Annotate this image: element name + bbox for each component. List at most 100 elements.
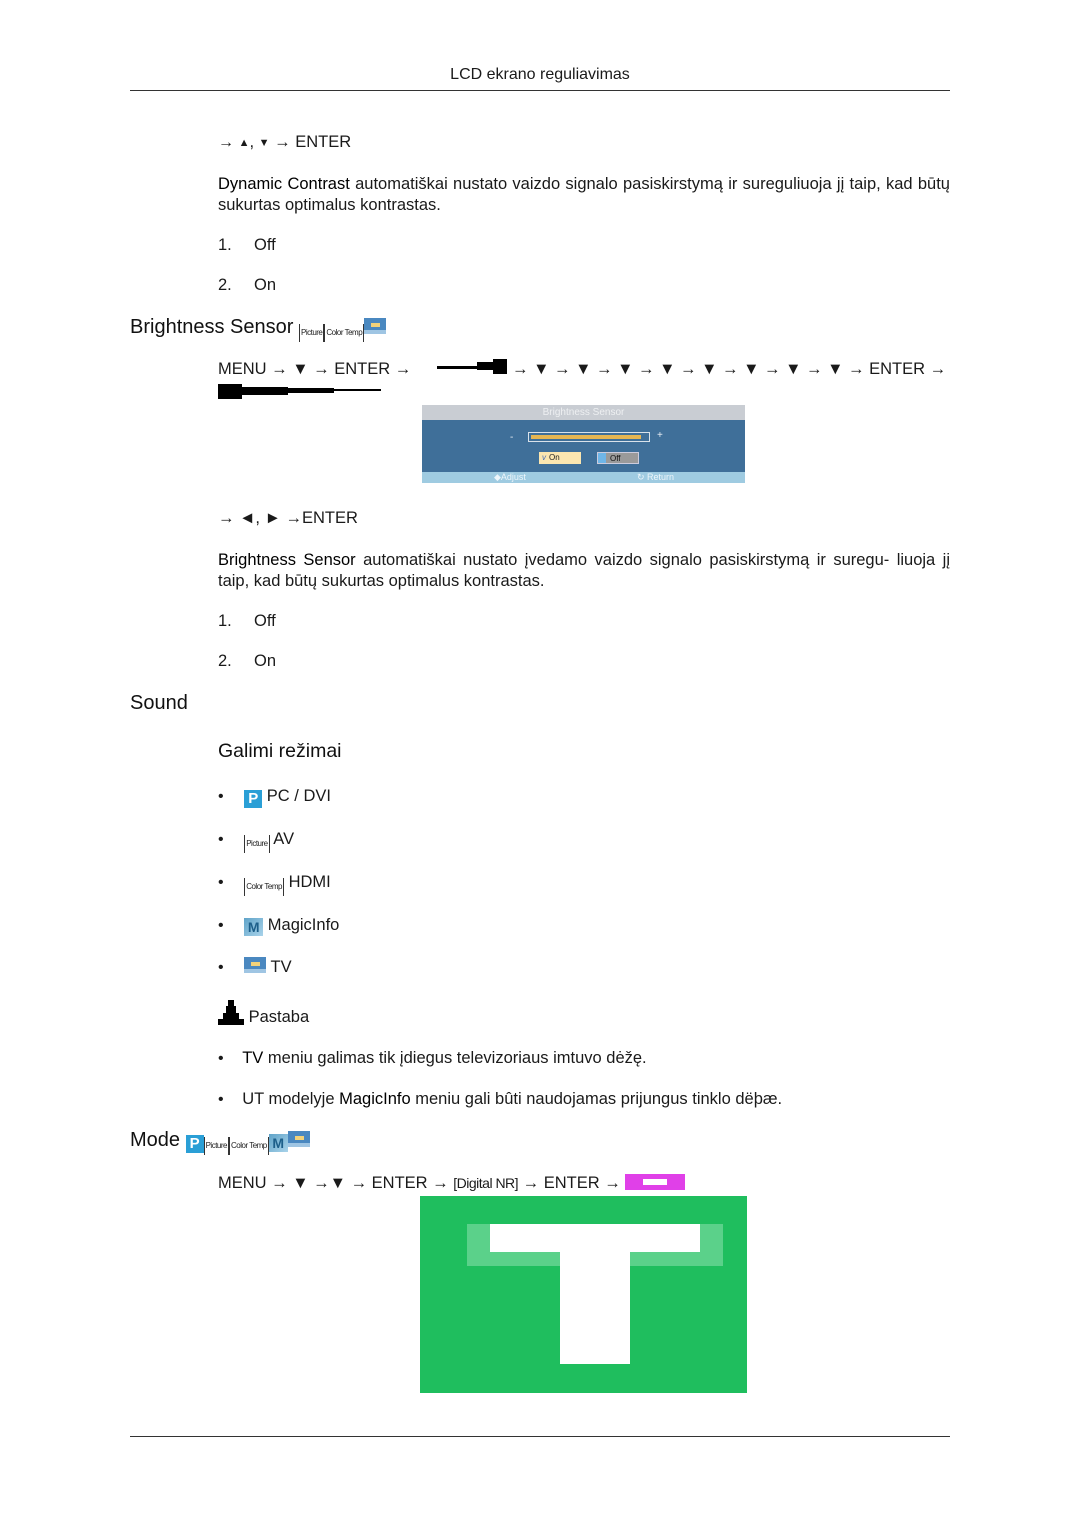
list-item: • M MagicInfo [218, 915, 339, 936]
osd-plus[interactable]: + [657, 430, 663, 441]
bullet: • [218, 1091, 224, 1108]
list-item: 2. On [218, 651, 276, 672]
available-modes-subheading: Galimi režimai [218, 740, 342, 762]
triangle-up-icon: ▲ [238, 137, 250, 149]
mode-label: HDMI [288, 873, 331, 891]
list-item: 2. On [218, 275, 276, 296]
sound-heading: Sound [130, 692, 188, 714]
redacted-bar [334, 389, 381, 391]
redacted-bar [242, 387, 288, 395]
option-off: Off [254, 612, 276, 630]
mode-illustration [420, 1196, 747, 1393]
note-item: • UT modelyje MagicInfo meniu gali bûti … [218, 1089, 782, 1110]
color-temp-icon: Color Temp [324, 324, 365, 342]
list-item: • Picture AV [218, 829, 294, 853]
tv-icon [364, 318, 387, 334]
tv-icon [287, 1131, 310, 1147]
dynamic-contrast-description: Dynamic Contrast automatiškai nustato va… [218, 174, 950, 216]
arrow-right-icon: → [218, 134, 234, 151]
list-item: • P PC / DVI [218, 786, 331, 808]
list-item: • TV [218, 957, 292, 978]
menu-path-end: → ENTER → [522, 1174, 621, 1192]
osd-title: Brightness Sensor [422, 405, 745, 420]
dynamic-contrast-nav: → ▲, ▼ → ENTER [218, 132, 351, 154]
magicinfo-icon: M [244, 918, 264, 936]
note-text: meniu gali bûti naudojamas prijungus tin… [410, 1090, 783, 1108]
bullet: • [218, 1050, 224, 1067]
picture-icon: Picture [244, 835, 270, 853]
t-shape-shadow [700, 1224, 723, 1266]
brightness-sensor-heading: Brightness Sensor Picture Color Temp [130, 316, 387, 342]
brightness-menu-path-start: MENU → ▼ → ENTER → [218, 360, 412, 378]
note-term: TV [242, 1049, 264, 1067]
list-item: • Color Temp HDMI [218, 872, 331, 896]
t-shape-shadow [467, 1224, 490, 1266]
t-shape-shadow [490, 1252, 560, 1266]
osd-on-label: On [549, 453, 560, 462]
heading-text: Brightness Sensor [130, 316, 294, 338]
osd-off-button[interactable]: Off [597, 452, 639, 464]
bullet: • [218, 874, 224, 891]
osd-off-label: Off [610, 454, 621, 463]
list-item: 1. Off [218, 611, 276, 632]
p-icon: P [244, 790, 263, 808]
mode-label: MagicInfo [267, 916, 340, 934]
footer-rule [130, 1436, 950, 1437]
note-text: meniu galimas tik įdiegus televizoriaus … [263, 1049, 647, 1067]
color-temp-icon: Color Temp [229, 1137, 269, 1155]
option-on: On [254, 276, 277, 294]
list-number: 1. [218, 236, 232, 254]
osd-footer: ◆Adjust ↻ Return [422, 472, 745, 483]
t-shape-top [490, 1224, 700, 1252]
mode-icon [625, 1174, 686, 1190]
osd-return-hint: ↻ Return [637, 472, 674, 483]
note-item: • TV meniu galimas tik įdiegus televizor… [218, 1048, 647, 1069]
list-number: 2. [218, 652, 232, 670]
triangle-down-icon: ▼ [258, 137, 270, 149]
digital-nr-label: [Digital NR] [453, 1175, 519, 1191]
return-icon: ↻ [637, 472, 648, 482]
mode-label: TV [270, 958, 292, 976]
term-brightness-sensor: Brightness Sensor [218, 551, 356, 569]
term-dynamic-contrast: Dynamic Contrast [218, 175, 350, 193]
osd-on-button[interactable]: v On [539, 452, 581, 464]
mode-label: PC / DVI [266, 787, 331, 805]
note-title: Pastaba [248, 1008, 310, 1026]
note-text: UT modelyje [242, 1090, 340, 1108]
brightness-menu-path-arrows: → ▼ → ▼ → ▼ → ▼ → ▼ → ▼ → ▼ → ▼ → ENTER … [512, 360, 947, 378]
osd-minus[interactable]: - [510, 432, 513, 443]
redacted-bar [493, 359, 507, 374]
brightness-nav: → ◄, ► →ENTER [218, 509, 358, 527]
check-icon: v [542, 453, 546, 462]
running-title: LCD ekrano reguliavimas [450, 66, 630, 83]
redacted-bar [477, 362, 493, 370]
note-term: MagicInfo [339, 1090, 411, 1108]
picture-icon: Picture [203, 1137, 229, 1155]
header-rule [130, 90, 950, 91]
list-number: 1. [218, 612, 232, 630]
heading-text: Mode [130, 1129, 181, 1151]
note-icon [218, 1000, 244, 1025]
option-off: Off [254, 236, 276, 254]
t-shape-shadow [630, 1252, 700, 1266]
option-on: On [254, 652, 277, 670]
mode-heading: Mode P Picture Color Temp M [130, 1129, 310, 1155]
picture-icon: Picture [298, 324, 325, 342]
redacted-bar [288, 388, 334, 393]
separator: , [249, 133, 255, 151]
t-shape-stem [560, 1252, 630, 1364]
menu-path-start: MENU → ▼ →▼ → ENTER → [218, 1174, 449, 1192]
left-right-icon: ◆ [494, 472, 501, 482]
osd-brightness-sensor: Brightness Sensor - + v On Off ◆Adjust ↻ … [422, 405, 745, 483]
redacted-bar [437, 366, 477, 369]
adjust-label: Adjust [500, 472, 526, 482]
enter-step: → ENTER [274, 133, 352, 151]
magicinfo-icon: M [268, 1134, 288, 1152]
osd-level-slider[interactable] [528, 432, 650, 442]
osd-adjust-hint: ◆Adjust [494, 472, 526, 483]
tv-icon [244, 957, 267, 973]
note-heading: Pastaba [218, 1000, 309, 1028]
mode-menu-path: MENU → ▼ →▼ → ENTER → [Digital NR] → ENT… [218, 1173, 686, 1194]
list-item: 1. Off [218, 235, 276, 256]
bullet: • [218, 831, 224, 848]
